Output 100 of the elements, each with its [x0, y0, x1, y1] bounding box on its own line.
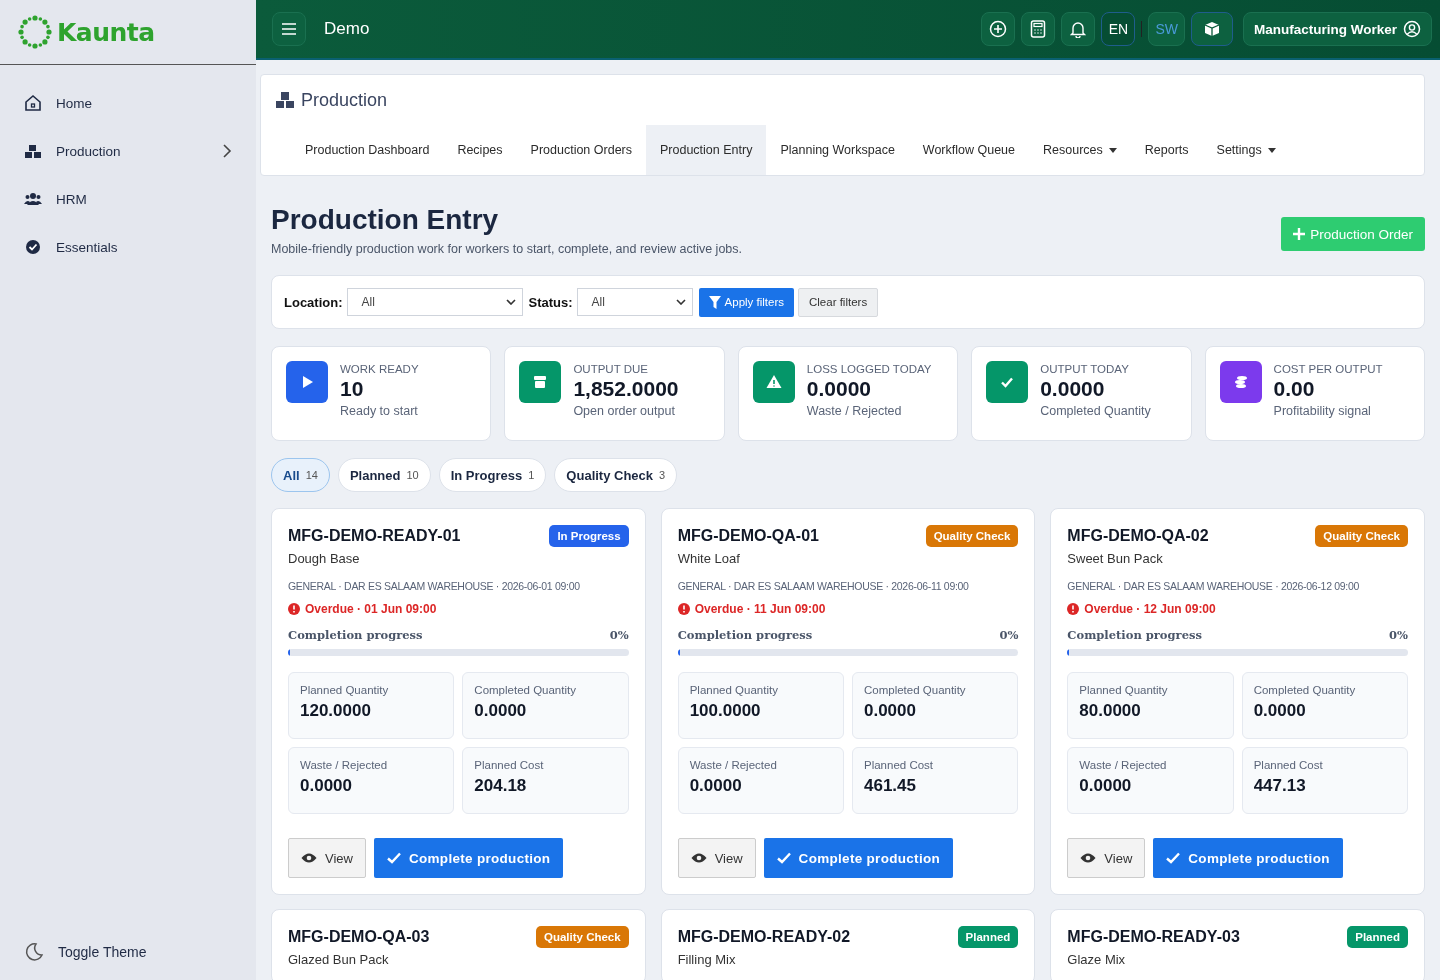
order-meta: GENERAL · DAR ES SALAAM WAREHOUSE · 2026-06-01 09:00: [288, 580, 581, 592]
progress-percent: 0%: [1389, 628, 1408, 642]
logo-icon: [17, 14, 53, 50]
clear-filters-button[interactable]: Clear filters: [798, 287, 879, 317]
nav-tab[interactable]: Production Orders: [516, 125, 646, 175]
metric-note: Waste / Rejected: [806, 404, 903, 418]
progress-label: Completion progress: [677, 628, 813, 642]
nav-tab[interactable]: Production Dashboard: [291, 125, 444, 175]
status-badge: In Progress: [549, 525, 629, 547]
status-filter-pill[interactable]: In Progress 1: [438, 458, 547, 492]
sidebar-item[interactable]: Production: [0, 127, 256, 175]
stat-label: Planned Cost: [1253, 759, 1324, 771]
status-select[interactable]: All: [576, 288, 693, 316]
package-button[interactable]: [1191, 12, 1233, 46]
stat-label: Planned Quantity: [1079, 684, 1169, 696]
product-name: Dough Base: [288, 551, 361, 566]
stat-value: 100.0000: [689, 701, 762, 721]
view-button[interactable]: View: [677, 838, 756, 878]
filter-label: Location:: [284, 294, 343, 310]
alert-icon: [677, 603, 690, 615]
stat-value: 0.0000: [474, 701, 528, 721]
sidebar-item[interactable]: HRM: [0, 175, 256, 223]
stat-label: Waste / Rejected: [1079, 759, 1168, 771]
user-menu-button[interactable]: Manufacturing Worker: [1243, 12, 1432, 46]
sidebar-item[interactable]: Home: [0, 79, 256, 127]
complete-production-button[interactable]: Complete production: [373, 838, 564, 878]
location-select[interactable]: All: [346, 288, 523, 316]
metric-label: COST PER OUTPUT: [1273, 363, 1383, 375]
nav-tab[interactable]: Planning Workspace: [766, 125, 909, 175]
status-badge: Planned: [957, 926, 1019, 948]
moon-icon: [24, 942, 44, 962]
status-filter-pill[interactable]: All 14: [271, 458, 330, 492]
product-name: Sweet Bun Pack: [1067, 551, 1164, 566]
overdue-text: Overdue · 01 Jun 09:00: [305, 602, 437, 616]
metric-value: 0.0000: [1040, 377, 1106, 401]
metric-note: Open order output: [573, 404, 676, 418]
theme-toggle[interactable]: Toggle Theme: [0, 942, 256, 962]
stat-value: 0.0000: [864, 701, 917, 721]
check-circle-icon: [24, 238, 42, 256]
nav-tab[interactable]: Production Entry: [646, 125, 767, 175]
overdue-text: Overdue · 12 Jun 09:00: [1084, 602, 1216, 616]
stat-value: 204.18: [474, 776, 528, 796]
plus-circle-icon: [989, 20, 1008, 38]
product-name: Filling Mix: [677, 952, 737, 967]
boxes-icon: [24, 142, 42, 160]
apply-filters-button[interactable]: Apply filters: [698, 287, 794, 317]
check-icon: [776, 852, 791, 864]
stat-label: Completed Quantity: [1253, 684, 1357, 696]
language-button[interactable]: EN: [1101, 12, 1136, 46]
boxes-icon: [275, 91, 295, 109]
nav-tab[interactable]: Resources: [1029, 125, 1131, 175]
nav-tab[interactable]: Workflow Queue: [908, 125, 1029, 175]
user-circle-icon: [1403, 20, 1421, 38]
nav-tab[interactable]: Recipes: [443, 125, 517, 175]
complete-production-button[interactable]: Complete production: [1153, 838, 1343, 878]
users-icon: [24, 190, 42, 208]
sidebar-item[interactable]: Essentials: [0, 223, 256, 271]
stat-value: 461.45: [864, 776, 917, 796]
progress-label: Completion progress: [1067, 628, 1202, 642]
status-badge: Planned: [1347, 926, 1408, 948]
view-button[interactable]: View: [288, 838, 366, 878]
check-icon: [386, 852, 401, 864]
stat-label: Planned Cost: [474, 759, 545, 771]
order-code: MFG-DEMO-QA-01: [677, 527, 819, 545]
nav-tab[interactable]: Settings: [1202, 125, 1290, 175]
progress-label: Completion progress: [288, 628, 423, 642]
stat-value: 0.0000: [300, 776, 353, 796]
stat-value: 0.0000: [1079, 776, 1133, 796]
status-filter-pill[interactable]: Planned 10: [337, 458, 431, 492]
product-name: White Loaf: [677, 551, 741, 566]
menu-button[interactable]: [272, 12, 306, 46]
progress-percent: 0%: [609, 628, 629, 642]
filter-label: Status:: [528, 294, 573, 310]
progress-percent: 0%: [999, 628, 1019, 642]
calculator-button[interactable]: [1021, 12, 1056, 46]
eye-icon: [301, 852, 317, 864]
bell-icon: [1070, 20, 1087, 38]
metric-label: WORK READY: [340, 363, 419, 375]
stat-label: Planned Quantity: [689, 684, 779, 696]
metric-label: LOSS LOGGED TODAY: [806, 363, 932, 375]
product-name: Glaze Mix: [1067, 952, 1127, 967]
stat-label: Planned Quantity: [300, 684, 390, 696]
add-button[interactable]: [981, 12, 1016, 46]
status-filter-pill[interactable]: Quality Check 3: [554, 458, 678, 492]
nav-tab[interactable]: Reports: [1130, 125, 1203, 175]
order-code: MFG-DEMO-READY-02: [677, 928, 851, 946]
stat-label: Completed Quantity: [864, 684, 967, 696]
chevron-down-icon: [675, 299, 686, 305]
stat-value: 0.0000: [1253, 701, 1307, 721]
alert-icon: [288, 603, 300, 615]
view-button[interactable]: View: [1067, 838, 1146, 878]
metric-value: 1,852.0000: [573, 377, 679, 401]
metric-note: Completed Quantity: [1040, 404, 1151, 418]
status-badge: Quality Check: [535, 926, 629, 948]
page-title: Production Entry: [271, 204, 500, 236]
complete-production-button[interactable]: Complete production: [763, 838, 954, 878]
overdue-text: Overdue · 11 Jun 09:00: [694, 602, 826, 616]
stat-label: Waste / Rejected: [300, 759, 389, 771]
notifications-button[interactable]: [1061, 12, 1096, 46]
stat-value: 80.0000: [1079, 701, 1142, 721]
